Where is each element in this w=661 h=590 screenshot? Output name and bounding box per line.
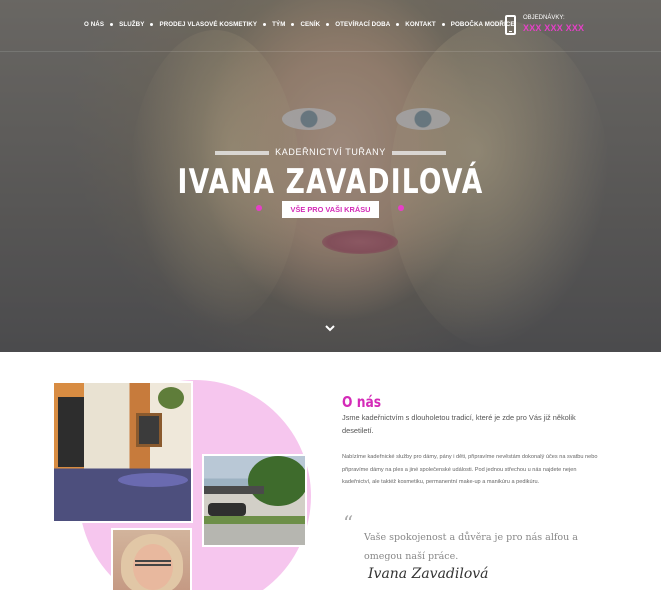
nav-separator (150, 23, 154, 26)
nav-separator (441, 23, 445, 26)
owner-portrait-photo (111, 528, 192, 590)
nav-item-o-nas[interactable]: O NÁS (84, 21, 104, 28)
nav-item-sluzby[interactable]: SLUŽBY (119, 21, 144, 28)
nav-item-oteviraci-doba[interactable]: OTEVÍRACÍ DOBA (335, 21, 390, 28)
building-roof (204, 486, 264, 494)
portrait-face (133, 544, 173, 590)
order-phone-number[interactable]: XXX XXX XXX (523, 23, 584, 33)
portrait-glasses (135, 560, 171, 566)
nav-item-tym[interactable]: TÝM (272, 21, 285, 28)
hero-title: IVANA ZAVADILOVÁ (177, 162, 484, 202)
hero-subtitle: KADEŘNICTVÍ TUŘANY (275, 147, 386, 157)
salon-plant (158, 387, 184, 409)
hero-section: O NÁS SLUŽBY PRODEJ VLASOVÉ KOSMETIKY TÝ… (0, 0, 661, 352)
nav-item-prodej-kosmetiky[interactable]: PRODEJ VLASOVÉ KOSMETIKY (159, 21, 257, 28)
order-label: OBJEDNÁVKY: (523, 15, 565, 21)
salon-table (118, 473, 188, 487)
hero-divider-right (392, 151, 446, 155)
about-intro: Jsme kadeřnictvím s dlouholetou tradicí,… (342, 413, 576, 435)
hero-dot-left (256, 205, 262, 211)
salon-mirror (136, 413, 162, 447)
hero-dot-right (398, 205, 404, 211)
nav-separator (326, 23, 330, 26)
quote-icon: “ (343, 511, 354, 535)
nav-item-kontakt[interactable]: KONTAKT (405, 21, 436, 28)
salon-interior-photo (52, 381, 193, 523)
nav-separator (110, 23, 114, 26)
phone-icon (505, 15, 516, 35)
about-quote: Vaše spokojenost a důvěra je pro nás alf… (364, 532, 578, 562)
building-tree (248, 456, 305, 506)
nav-separator (291, 23, 295, 26)
nav-separator (396, 23, 400, 26)
nav-separator (263, 23, 267, 26)
chevron-down-icon[interactable] (324, 320, 336, 332)
hero-cta-button[interactable]: VŠE PRO VAŠI KRÁSU (282, 201, 379, 218)
building-grass (204, 516, 305, 524)
nav-item-cenik[interactable]: CENÍK (300, 21, 320, 28)
nav-menu: O NÁS SLUŽBY PRODEJ VLASOVÉ KOSMETIKY TÝ… (84, 21, 515, 28)
salon-door (58, 397, 84, 467)
about-title: O nás (342, 393, 382, 411)
salon-building-photo (202, 454, 307, 547)
hero-subtitle-row: KADEŘNICTVÍ TUŘANY (0, 147, 661, 161)
owner-signature: Ivana Zavadilová (368, 566, 489, 582)
building-car (208, 503, 246, 516)
about-body: Nabízíme kadeřnické služby pro dámy, pán… (342, 454, 598, 485)
top-navigation: O NÁS SLUŽBY PRODEJ VLASOVÉ KOSMETIKY TÝ… (0, 0, 661, 52)
